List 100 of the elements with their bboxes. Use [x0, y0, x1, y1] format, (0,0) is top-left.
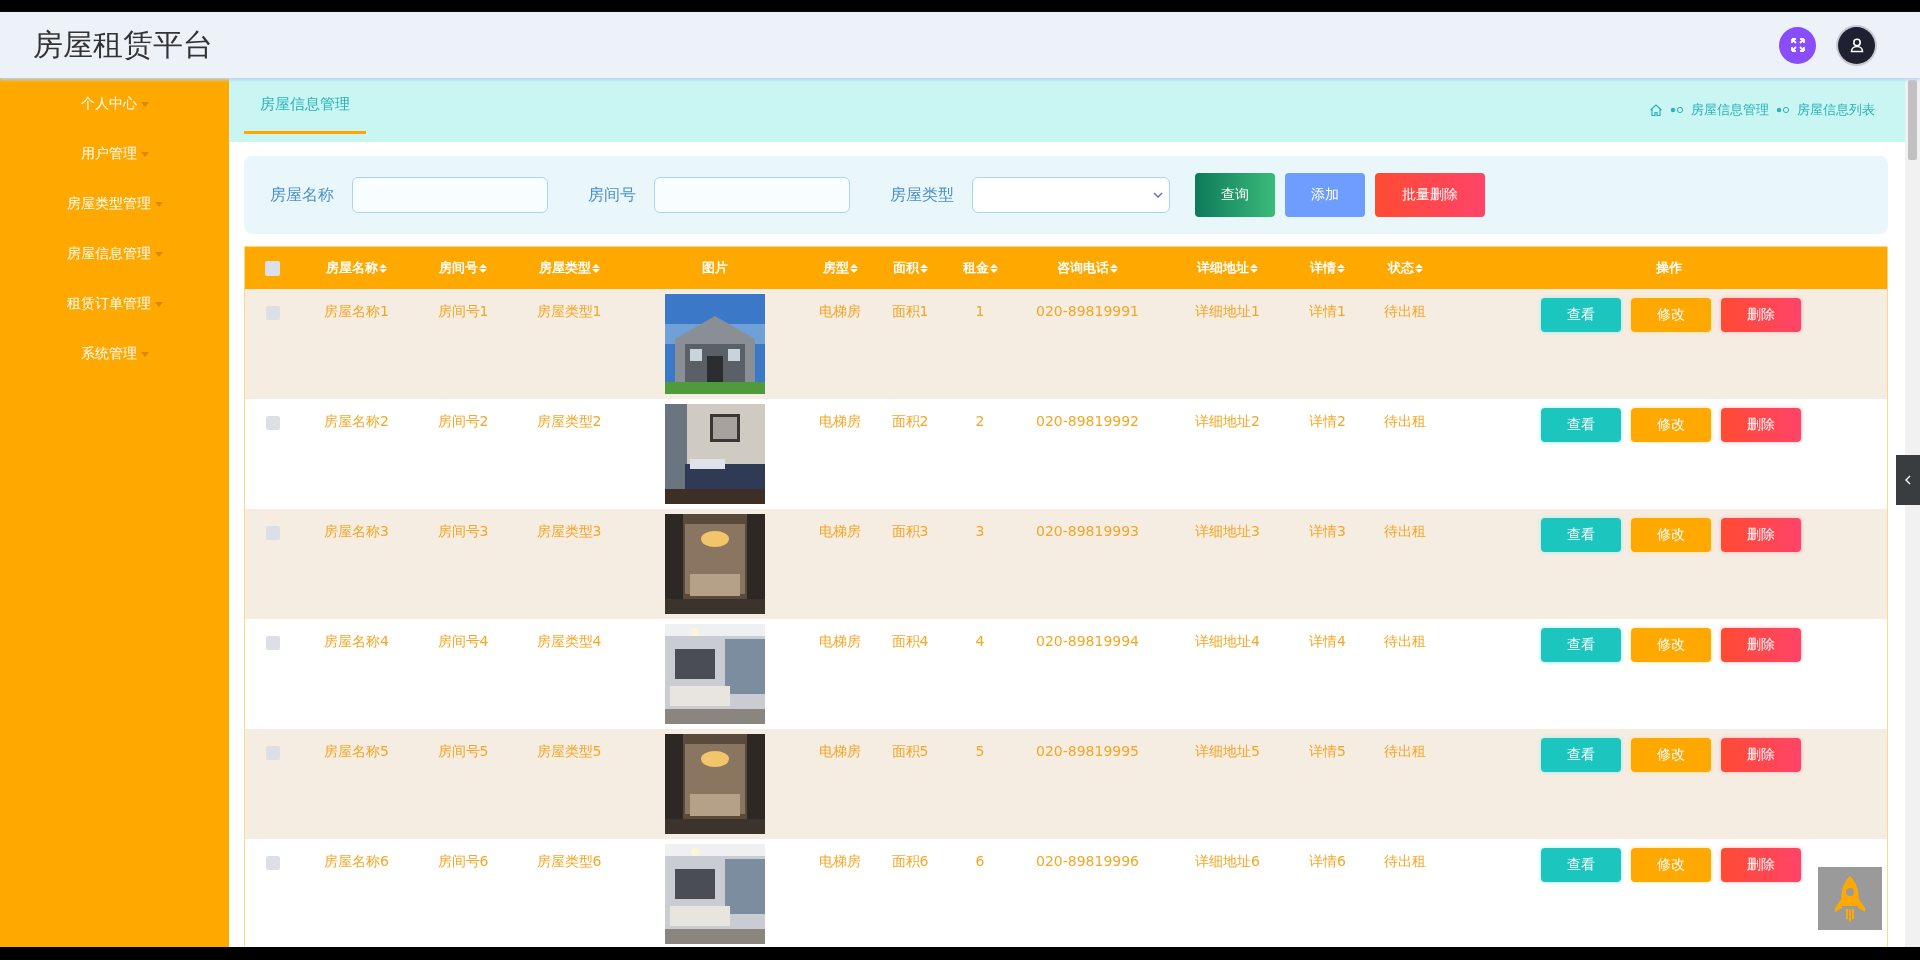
table-cell: 待出租: [1384, 303, 1426, 321]
edit-button[interactable]: 修改: [1630, 848, 1711, 882]
fullscreen-button[interactable]: [1779, 26, 1816, 64]
table-cell: 电梯房: [819, 413, 861, 431]
table-cell: 电梯房: [819, 633, 861, 651]
breadcrumb-link[interactable]: 房屋信息管理: [1691, 101, 1769, 119]
delete-button[interactable]: 删除: [1720, 628, 1801, 662]
add-button[interactable]: 添加: [1285, 173, 1365, 217]
table-cell: 电梯房: [819, 743, 861, 761]
edit-button[interactable]: 修改: [1630, 628, 1711, 662]
table-cell: 详情6: [1309, 853, 1346, 871]
caret-icon: [154, 301, 163, 307]
edit-button[interactable]: 修改: [1630, 298, 1711, 332]
column-header[interactable]: 面积: [892, 260, 919, 275]
chevron-left-icon: [1905, 475, 1911, 485]
table-cell: 详细地址2: [1195, 413, 1260, 431]
field-label: 房屋名称: [270, 184, 334, 206]
column-header[interactable]: 租金: [962, 260, 989, 275]
column-header[interactable]: 房型: [822, 260, 849, 275]
table-cell: 房屋名称2: [324, 413, 389, 431]
caret-icon: [140, 101, 149, 107]
column-header[interactable]: 详情: [1310, 260, 1336, 275]
sidebar-item[interactable]: 租赁订单管理: [0, 279, 229, 329]
column-header[interactable]: 房屋类型: [538, 260, 591, 275]
table-cell: 详情5: [1309, 743, 1346, 761]
separator-icon: [1775, 106, 1791, 114]
view-button[interactable]: 查看: [1540, 848, 1621, 882]
checkbox[interactable]: [265, 261, 280, 276]
input-field[interactable]: [352, 177, 548, 213]
column-header[interactable]: 房间号: [439, 260, 478, 275]
checkbox[interactable]: [265, 526, 280, 540]
table-cell: 面积3: [891, 523, 929, 541]
delete-button[interactable]: 删除: [1720, 518, 1801, 552]
column-header[interactable]: 咨询电话: [1057, 260, 1109, 275]
app-title: 房屋租赁平台: [33, 25, 214, 64]
sidebar-item[interactable]: 房屋信息管理: [0, 229, 229, 279]
collapse-button[interactable]: [1896, 455, 1920, 505]
table-cell: 房屋类型6: [536, 853, 602, 871]
scrollbar[interactable]: [1905, 78, 1920, 947]
expand-icon: [1789, 37, 1806, 53]
delete-button[interactable]: 删除: [1720, 408, 1801, 442]
checkbox[interactable]: [265, 746, 280, 760]
sidebar-item[interactable]: 房屋类型管理: [0, 179, 229, 229]
table-cell: 4: [975, 633, 985, 649]
table-cell: 房屋名称1: [324, 303, 389, 321]
breadcrumb-link[interactable]: 房屋信息列表: [1797, 101, 1875, 119]
checkbox[interactable]: [265, 306, 280, 320]
sidebar-item[interactable]: 个人中心: [0, 79, 229, 129]
view-button[interactable]: 查看: [1540, 738, 1621, 772]
delete-button[interactable]: 删除: [1720, 298, 1801, 332]
edit-button[interactable]: 修改: [1630, 738, 1711, 772]
column-header[interactable]: 房屋名称: [326, 260, 378, 275]
checkbox[interactable]: [265, 636, 280, 650]
table-cell: 3: [975, 523, 985, 539]
separator-icon: [1669, 106, 1685, 114]
table-cell: 房间号4: [437, 633, 489, 651]
view-button[interactable]: 查看: [1540, 408, 1621, 442]
type-select[interactable]: [972, 177, 1170, 213]
table-cell: 详细地址6: [1195, 853, 1260, 871]
view-button[interactable]: 查看: [1540, 298, 1621, 332]
user-avatar-button[interactable]: [1838, 26, 1875, 64]
view-button[interactable]: 查看: [1540, 628, 1621, 662]
batch-delete-button[interactable]: 批量删除: [1375, 173, 1485, 217]
table-cell: 详情2: [1309, 413, 1346, 431]
table-cell: 1: [975, 303, 985, 319]
checkbox[interactable]: [265, 856, 280, 870]
table-cell: 房间号6: [437, 853, 489, 871]
view-button[interactable]: 查看: [1540, 518, 1621, 552]
delete-button[interactable]: 删除: [1720, 848, 1801, 882]
checkbox[interactable]: [265, 416, 280, 430]
column-header[interactable]: 状态: [1387, 260, 1414, 275]
table-cell: 面积5: [891, 743, 929, 761]
home-icon: [1649, 103, 1663, 117]
sidebar-item[interactable]: 用户管理: [0, 129, 229, 179]
edit-button[interactable]: 修改: [1630, 408, 1711, 442]
table-cell: 详细地址4: [1195, 633, 1260, 651]
search-button[interactable]: 查询: [1195, 173, 1275, 217]
column-header[interactable]: 详细地址: [1197, 260, 1249, 275]
field-label: 房屋类型: [890, 184, 954, 206]
table-cell: 房屋类型3: [536, 523, 602, 541]
table-cell: 房屋名称5: [324, 743, 389, 761]
table-cell: 房间号5: [437, 743, 489, 761]
table-cell: 面积4: [891, 633, 929, 651]
back-to-top-button[interactable]: [1818, 867, 1882, 930]
input-field[interactable]: [654, 177, 850, 213]
edit-button[interactable]: 修改: [1630, 518, 1711, 552]
field-label: 房间号: [588, 184, 636, 206]
table-cell: 待出租: [1384, 633, 1426, 651]
column-header: 操作: [1655, 260, 1682, 275]
table-cell: 房屋类型4: [536, 633, 602, 651]
table-cell: 详情1: [1309, 303, 1346, 321]
table-cell: 面积6: [891, 853, 929, 871]
delete-button[interactable]: 删除: [1720, 738, 1801, 772]
table-cell: 房屋类型1: [536, 303, 602, 321]
table-cell: 待出租: [1384, 413, 1426, 431]
table-cell: 020-89819995: [1036, 743, 1139, 759]
table-cell: 房间号3: [437, 523, 489, 541]
sidebar-item[interactable]: 系统管理: [0, 329, 229, 379]
table-cell: 房屋类型5: [536, 743, 602, 761]
page-tab[interactable]: 房屋信息管理: [244, 78, 366, 134]
